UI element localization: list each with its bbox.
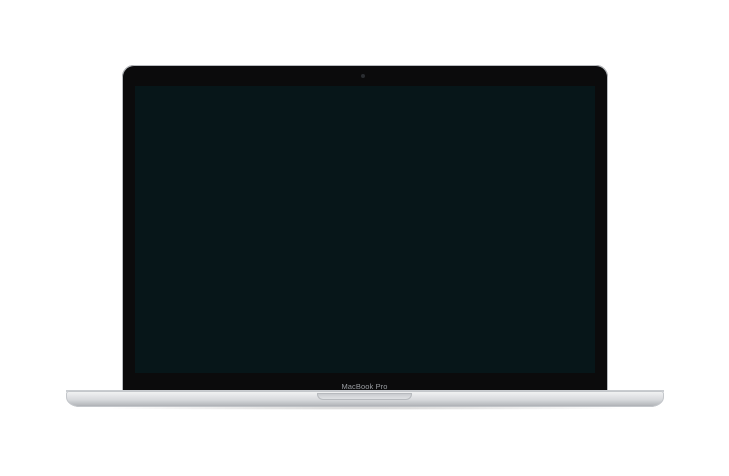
camera-icon bbox=[361, 74, 365, 78]
laptop-mockup: MacBook Pro bbox=[0, 0, 729, 476]
laptop-screen bbox=[135, 86, 595, 373]
base-shadow bbox=[90, 406, 640, 410]
lid-opening-notch bbox=[317, 393, 412, 400]
